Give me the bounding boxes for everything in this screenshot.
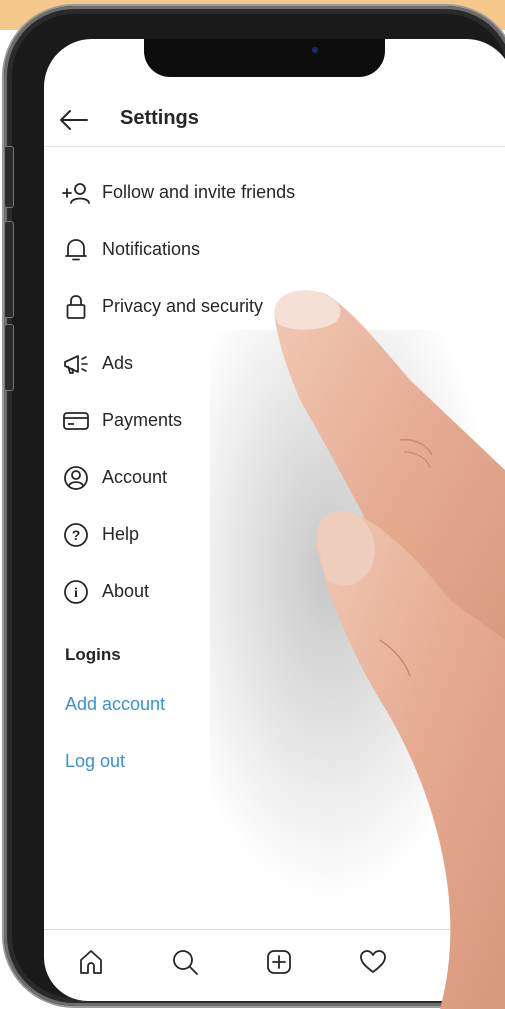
info-circle-icon: i (62, 578, 90, 606)
camera (312, 47, 318, 53)
menu-item-privacy-security[interactable]: Privacy and security (62, 278, 502, 335)
menu-item-label: Help (102, 524, 140, 544)
tab-search[interactable] (167, 944, 203, 980)
back-arrow-icon (60, 110, 88, 130)
activity-heart-icon (360, 950, 386, 973)
account-circle-icon (62, 464, 90, 492)
logins-heading: Logins (65, 645, 121, 664)
log-out-link[interactable]: Log out (65, 751, 125, 772)
settings-menu: Follow and invite friends Notifications (62, 164, 502, 620)
menu-item-follow-invite[interactable]: Follow and invite friends (62, 164, 502, 221)
menu-item-about[interactable]: i About (62, 563, 502, 620)
notch (144, 39, 385, 77)
lock-icon (62, 293, 90, 321)
search-icon (173, 950, 198, 975)
phone-screen: Settings Follow and invite friends Notif… (44, 39, 505, 1001)
menu-item-label: About (102, 581, 150, 601)
tab-new-post[interactable] (261, 944, 297, 980)
menu-item-ads[interactable]: Ads (62, 335, 502, 392)
add-person-icon (62, 179, 90, 207)
svg-text:i: i (74, 586, 78, 601)
menu-item-label: Privacy and security (102, 296, 264, 316)
back-button[interactable] (58, 106, 90, 134)
menu-item-payments[interactable]: Payments (62, 392, 502, 449)
tab-home[interactable] (73, 944, 109, 980)
menu-item-label: Payments (102, 410, 183, 430)
phone-side-button (4, 221, 14, 318)
megaphone-icon (62, 350, 90, 378)
menu-item-label: Ads (102, 353, 134, 373)
new-post-icon (267, 950, 291, 974)
phone-side-button (4, 146, 14, 208)
menu-item-label: Follow and invite friends (102, 182, 296, 202)
menu-item-label: Notifications (102, 239, 201, 259)
tab-activity[interactable] (355, 944, 391, 980)
menu-item-notifications[interactable]: Notifications (62, 221, 502, 278)
menu-item-label: Account (102, 467, 168, 487)
card-icon (62, 407, 90, 435)
page-title: Settings (120, 107, 199, 129)
home-icon (80, 950, 102, 974)
menu-item-account[interactable]: Account (62, 449, 502, 506)
add-account-link[interactable]: Add account (65, 694, 165, 715)
bottom-tab-bar (44, 929, 505, 1001)
question-circle-icon: ? (62, 521, 90, 549)
menu-item-help[interactable]: ? Help (62, 506, 502, 563)
profile-icon (455, 951, 479, 975)
bell-icon (62, 236, 90, 264)
header: Settings (44, 94, 505, 147)
phone-side-button (4, 324, 14, 391)
phone-frame: Settings Follow and invite friends Notif… (4, 6, 505, 1006)
svg-text:?: ? (72, 527, 81, 543)
tab-profile[interactable] (449, 944, 485, 980)
